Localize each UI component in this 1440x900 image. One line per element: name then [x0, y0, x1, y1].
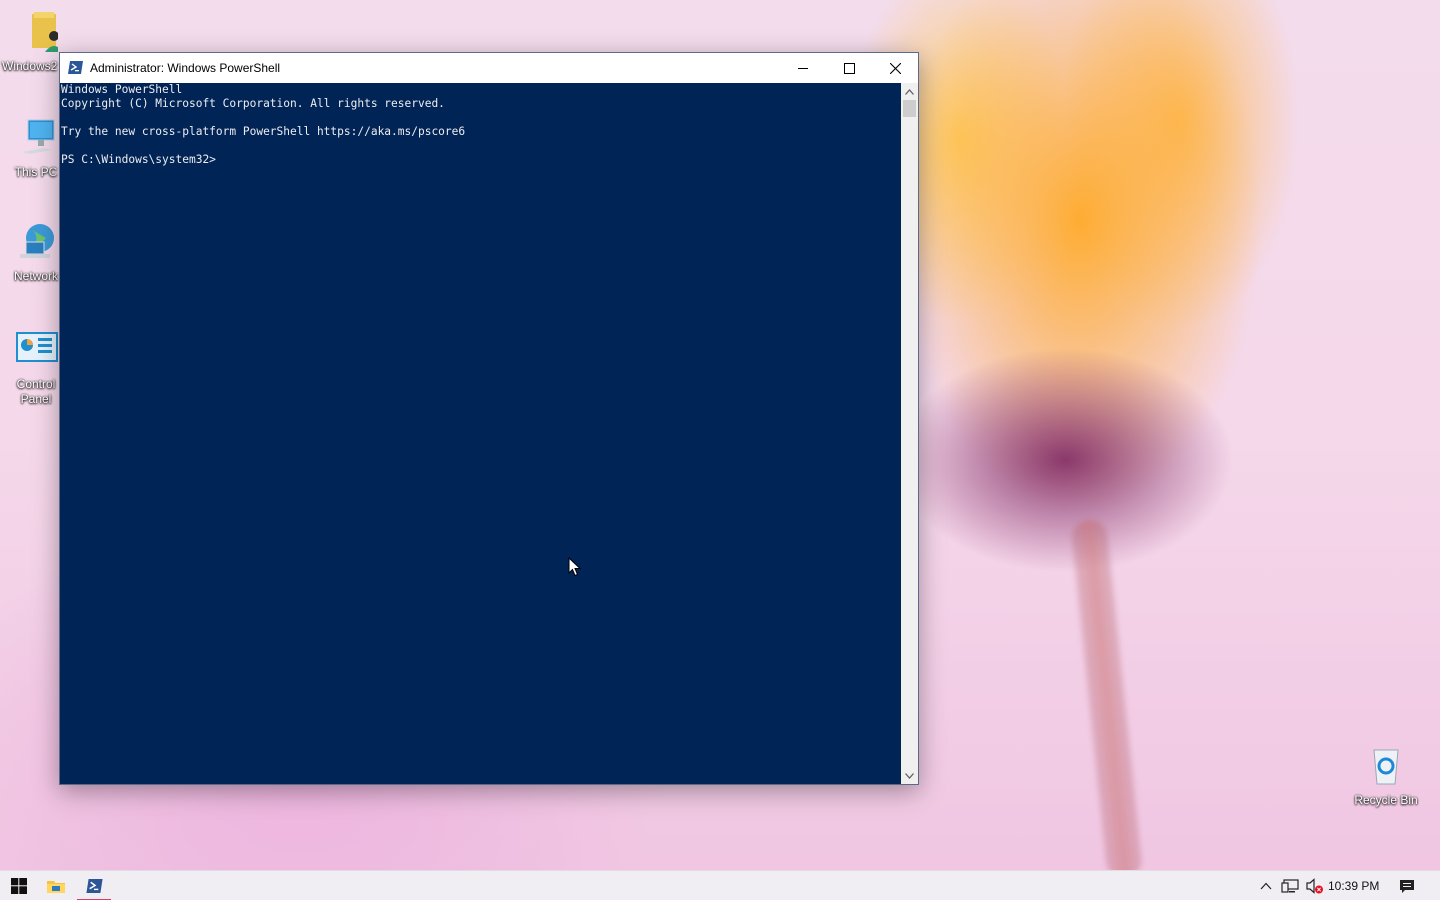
windows-logo-icon [11, 878, 27, 894]
folder-icon [47, 881, 65, 893]
file-explorer-button[interactable] [37, 871, 75, 900]
chevron-up-icon [905, 88, 914, 95]
user-folder-icon [32, 12, 63, 52]
chevron-up-icon [1260, 882, 1272, 890]
taskbar-clock[interactable]: 10:39 PM [1328, 879, 1379, 893]
vertical-scrollbar[interactable] [901, 83, 918, 784]
scroll-up-button[interactable] [901, 83, 918, 100]
powershell-icon [85, 879, 103, 893]
minimize-icon [797, 67, 808, 69]
desktop-icon-label: Control Panel [16, 377, 56, 406]
wallpaper-flower-stem [1070, 518, 1144, 870]
window-title: Administrator: Windows PowerShell [90, 61, 281, 75]
console-line: Try the new cross-platform PowerShell ht… [61, 125, 466, 138]
network-tray-button[interactable] [1279, 871, 1301, 900]
close-icon [889, 62, 901, 74]
powershell-icon [68, 61, 83, 74]
close-button[interactable] [872, 53, 918, 83]
console-line: Copyright (C) Microsoft Corporation. All… [61, 97, 445, 110]
start-button[interactable] [0, 871, 38, 900]
network-globe-icon [20, 224, 54, 258]
volume-tray-button[interactable] [1303, 871, 1325, 900]
powershell-taskbar-button[interactable] [75, 871, 113, 900]
control-panel-icon [16, 332, 58, 362]
scroll-down-button[interactable] [901, 767, 918, 784]
maximize-button[interactable] [826, 53, 872, 83]
powershell-window[interactable]: Administrator: Windows PowerShell Window… [59, 52, 919, 785]
console-output[interactable]: Windows PowerShell Copyright (C) Microso… [60, 83, 901, 784]
mouse-cursor-icon [568, 557, 582, 577]
recycle-bin-icon [1373, 749, 1399, 785]
show-hidden-icons-button[interactable] [1256, 871, 1276, 900]
chevron-down-icon [905, 772, 914, 779]
notifications-icon [1400, 879, 1414, 893]
minimize-button[interactable] [780, 53, 826, 83]
console-line: Windows PowerShell [61, 83, 183, 96]
network-icon [1281, 878, 1299, 893]
maximize-icon [843, 62, 855, 74]
console-prompt[interactable]: PS C:\Windows\system32> [60, 153, 901, 167]
action-center-button[interactable] [1396, 871, 1418, 900]
title-bar[interactable]: Administrator: Windows PowerShell [60, 53, 918, 83]
scrollbar-thumb[interactable] [903, 100, 916, 117]
computer-icon [22, 119, 55, 154]
desktop-icon-label: Recycle Bin [1354, 793, 1418, 807]
volume-muted-icon [1306, 878, 1323, 894]
desktop-icon-recycle-bin[interactable]: Recycle Bin [1350, 744, 1422, 808]
taskbar: 10:39 PM [0, 870, 1440, 900]
